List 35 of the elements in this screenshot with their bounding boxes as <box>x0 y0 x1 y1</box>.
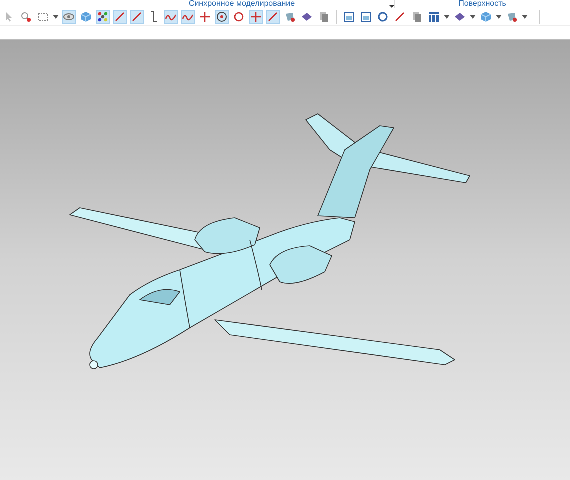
caret-icon <box>522 14 528 20</box>
ribbon-group-label: Синхронное моделирование <box>188 0 296 8</box>
caret-icon <box>470 14 476 20</box>
frame-icon <box>360 10 372 22</box>
diamond-icon <box>301 10 313 22</box>
pages-icon <box>411 10 423 22</box>
caret-icon <box>496 14 502 20</box>
line-icon <box>131 10 143 22</box>
toolbar-button[interactable] <box>249 10 263 24</box>
ring-icon <box>377 10 389 22</box>
diamond-icon <box>454 10 466 22</box>
line-icon <box>114 10 126 22</box>
caret-icon <box>53 14 59 20</box>
grid-icon <box>428 10 440 22</box>
target-icon <box>216 10 228 22</box>
shape-icon <box>506 10 518 22</box>
pages-icon <box>318 10 330 22</box>
selection-box-icon <box>37 10 49 22</box>
eye-icon <box>63 10 75 22</box>
curve-icon <box>148 10 160 22</box>
cube-icon <box>480 10 492 22</box>
plus-icon <box>250 10 262 22</box>
cube-icon <box>80 10 92 22</box>
frame-icon <box>343 10 355 22</box>
line-icon <box>267 10 279 22</box>
pointer-icon <box>3 10 15 22</box>
circle-icon <box>233 10 245 22</box>
caret-icon <box>444 14 450 20</box>
shape-icon <box>284 10 296 22</box>
toolbar-button[interactable] <box>198 10 212 24</box>
points-icon <box>97 10 109 22</box>
filter-icon <box>20 10 32 22</box>
line-icon <box>394 10 406 22</box>
plus-icon <box>199 10 211 22</box>
ribbon-group-label: Поверхность <box>458 0 506 8</box>
